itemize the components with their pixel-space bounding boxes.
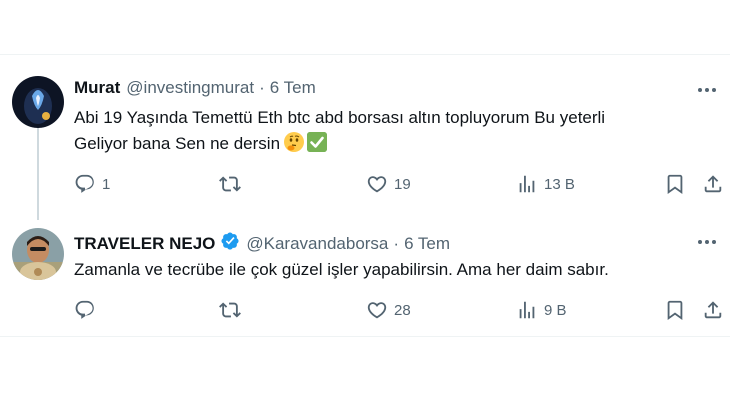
bookmark-icon	[667, 300, 683, 321]
view-count: 13 B	[544, 175, 575, 193]
like-button[interactable]: 19	[366, 173, 411, 195]
separator-dot: ·	[259, 78, 265, 97]
author-handle[interactable]: @investingmurat	[126, 78, 254, 98]
tweet-actions: 28 9 B	[74, 299, 724, 325]
more-options-button[interactable]	[696, 232, 718, 252]
analytics-icon	[519, 301, 535, 319]
tweet-date[interactable]: 6 Tem	[270, 78, 316, 98]
tweet-text-line-2: Geliyor bana Sen ne dersin	[74, 131, 704, 157]
reply-icon	[75, 300, 94, 319]
bookmark-button[interactable]	[664, 173, 686, 195]
bottom-divider	[0, 336, 730, 337]
top-divider	[0, 54, 730, 55]
like-button[interactable]: 28	[366, 299, 411, 321]
check-mark-icon	[307, 132, 328, 152]
tweet-text: Zamanla ve tecrübe ile çok güzel işler y…	[74, 257, 704, 283]
retweet-icon	[219, 302, 241, 318]
tweet-actions: 1 19 13 B	[74, 173, 724, 199]
reply-icon	[75, 174, 94, 193]
tweet-text-line-1: Abi 19 Yaşında Temettü Eth btc abd borsa…	[74, 108, 606, 127]
view-count: 9 B	[544, 301, 567, 319]
retweet-button[interactable]	[219, 173, 247, 195]
bookmark-button[interactable]	[664, 299, 686, 321]
share-icon	[704, 175, 722, 193]
thinking-face-icon	[284, 132, 305, 152]
more-options-button[interactable]	[696, 80, 718, 100]
like-count: 28	[394, 301, 411, 319]
reply-button[interactable]	[74, 299, 102, 321]
tweet-date[interactable]: 6 Tem	[404, 234, 450, 254]
separator-dot: ·	[393, 233, 400, 253]
heart-icon	[367, 176, 387, 193]
author-name[interactable]: TRAVELER NEJO	[74, 234, 215, 254]
tweet-header: TRAVELER NEJO @Karavandaborsa · 6 Tem	[74, 231, 450, 256]
reply-button[interactable]: 1	[74, 173, 110, 195]
more-icon	[698, 88, 716, 92]
share-button[interactable]	[702, 173, 724, 195]
share-icon	[704, 301, 722, 319]
thread-connector-line	[37, 128, 39, 220]
tweet-header: Murat @investingmurat · 6 Tem	[74, 78, 316, 98]
retweet-button[interactable]	[219, 299, 247, 321]
views-button[interactable]: 9 B	[516, 299, 567, 321]
tweet-text: Abi 19 Yaşında Temettü Eth btc abd borsa…	[74, 105, 704, 157]
avatar[interactable]	[12, 228, 64, 280]
author-name[interactable]: Murat	[74, 78, 120, 98]
views-button[interactable]: 13 B	[516, 173, 575, 195]
share-button[interactable]	[702, 299, 724, 321]
reply-count: 1	[102, 175, 111, 193]
bookmark-icon	[667, 174, 683, 195]
analytics-icon	[519, 175, 535, 193]
verified-badge-icon	[220, 231, 240, 256]
more-icon	[698, 240, 716, 244]
avatar[interactable]	[12, 76, 64, 128]
like-count: 19	[394, 175, 411, 193]
tweet-text-line-2-content: Geliyor bana Sen ne dersin	[74, 134, 281, 153]
tweet-text-line-1: Zamanla ve tecrübe ile çok güzel işler y…	[74, 260, 609, 279]
heart-icon	[367, 302, 387, 319]
author-handle[interactable]: @Karavandaborsa	[246, 234, 388, 254]
retweet-icon	[219, 176, 241, 192]
